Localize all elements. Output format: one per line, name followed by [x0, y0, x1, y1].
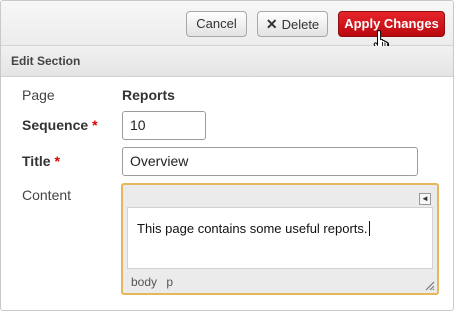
delete-button-label: Delete — [281, 17, 320, 32]
sequence-label: Sequence * — [22, 117, 98, 133]
rich-text-editor: ◄ This page contains some useful reports… — [121, 183, 439, 295]
title-label-text: Title — [22, 153, 51, 169]
required-indicator: * — [92, 117, 98, 133]
editor-content-area[interactable]: This page contains some useful reports. — [127, 207, 433, 269]
section-header: Edit Section — [1, 46, 453, 77]
sequence-label-text: Sequence — [22, 117, 89, 133]
x-icon: ✕ — [265, 16, 278, 32]
page-label: Page — [22, 87, 55, 103]
element-path-p[interactable]: p — [166, 275, 173, 289]
editor-toolbar: ◄ — [127, 189, 433, 207]
collapse-toolbar-icon[interactable]: ◄ — [419, 193, 431, 205]
element-path-body[interactable]: body — [131, 275, 157, 289]
title-input[interactable]: Overview — [122, 147, 418, 176]
title-input-value: Overview — [130, 153, 189, 169]
sequence-input-value: 10 — [130, 117, 146, 133]
editor-paragraph: This page contains some useful reports. — [137, 221, 368, 236]
editor-text: This page contains some useful reports. — [137, 221, 370, 236]
section-title: Edit Section — [11, 54, 81, 68]
element-path: body p — [131, 275, 173, 289]
sequence-input[interactable]: 10 — [122, 111, 206, 140]
edit-section-dialog: Cancel ✕ Delete Apply Changes Edit Sectio… — [0, 0, 454, 311]
resize-grip-icon[interactable] — [423, 279, 435, 291]
required-indicator: * — [54, 153, 60, 169]
cancel-button-label: Cancel — [196, 16, 237, 31]
cancel-button[interactable]: Cancel — [186, 11, 247, 37]
delete-button[interactable]: ✕ Delete — [257, 11, 328, 37]
content-label: Content — [22, 187, 72, 203]
page-value: Reports — [122, 87, 175, 103]
title-label: Title * — [22, 153, 60, 169]
text-caret — [368, 221, 370, 236]
